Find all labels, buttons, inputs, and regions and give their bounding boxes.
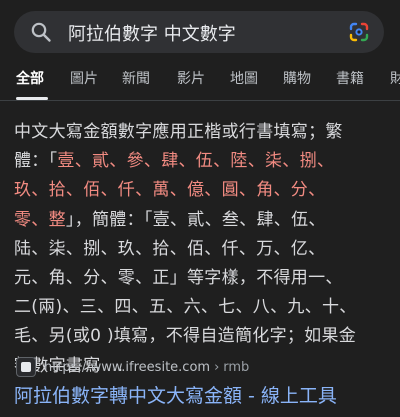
search-tabs: 全部 圖片 新聞 影片 地圖 購物 書籍 財 <box>0 68 400 92</box>
snippet-line: 陆、柒、捌、玖、拾、佰、仟、万、亿、 <box>14 238 326 259</box>
site-favicon-icon <box>16 357 36 377</box>
tab-books[interactable]: 書籍 <box>336 68 364 88</box>
search-input[interactable]: 阿拉伯數字 中文數字 <box>68 20 236 46</box>
tab-videos[interactable]: 影片 <box>177 68 205 88</box>
search-icon[interactable] <box>30 21 52 43</box>
source-path[interactable]: rmb <box>223 360 249 375</box>
breadcrumb-separator: › <box>214 359 220 375</box>
snippet-highlight: 玖、拾、佰、仟、萬、億、圓、角、分、 <box>14 180 326 201</box>
result-title-link[interactable]: 阿拉伯數字轉中文大寫金額 - 線上工具 <box>14 381 394 408</box>
snippet-line: 元、角、分、零、正」等字樣，不得用一、 <box>14 268 343 289</box>
tab-finance[interactable]: 財 <box>390 68 400 88</box>
google-lens-icon[interactable] <box>348 21 370 43</box>
search-bar[interactable]: 阿拉伯數字 中文數字 <box>14 11 384 53</box>
tabs-divider <box>0 100 400 101</box>
snippet-line: 二(兩)、三、四、五、六、七、八、九、十、 <box>14 297 357 318</box>
tab-all[interactable]: 全部 <box>16 68 44 88</box>
result-snippet: 中文大寫金額數字應用正楷或行書填寫；繁 體：「壹、貳、參、肆、伍、陸、柒、捌、 … <box>14 118 384 381</box>
result-source[interactable]: https://www.ifreesite.com › rmb <box>16 357 386 377</box>
snippet-line: 零、整」，簡體：「壹、貳、叁、肆、伍、 <box>14 209 326 230</box>
snippet-line: 中文大寫金額數字應用正楷或行書填寫；繁 <box>14 122 343 142</box>
tab-shopping[interactable]: 購物 <box>283 68 311 88</box>
snippet-highlight: 壹、貳、參、肆、伍、陸、柒、捌、 <box>57 151 335 172</box>
snippet-line: 體：「壹、貳、參、肆、伍、陸、柒、捌、 <box>14 151 335 172</box>
tab-images[interactable]: 圖片 <box>70 68 98 88</box>
snippet-highlight: 零、整 <box>14 209 66 230</box>
source-url[interactable]: https://www.ifreesite.com <box>44 360 210 375</box>
tab-news[interactable]: 新聞 <box>122 68 150 88</box>
snippet-line: 玖、拾、佰、仟、萬、億、圓、角、分、 <box>14 176 384 205</box>
snippet-line: 毛、另(或0 )填寫，不得自造簡化字；如果金 <box>14 326 357 347</box>
tab-maps[interactable]: 地圖 <box>230 68 258 88</box>
